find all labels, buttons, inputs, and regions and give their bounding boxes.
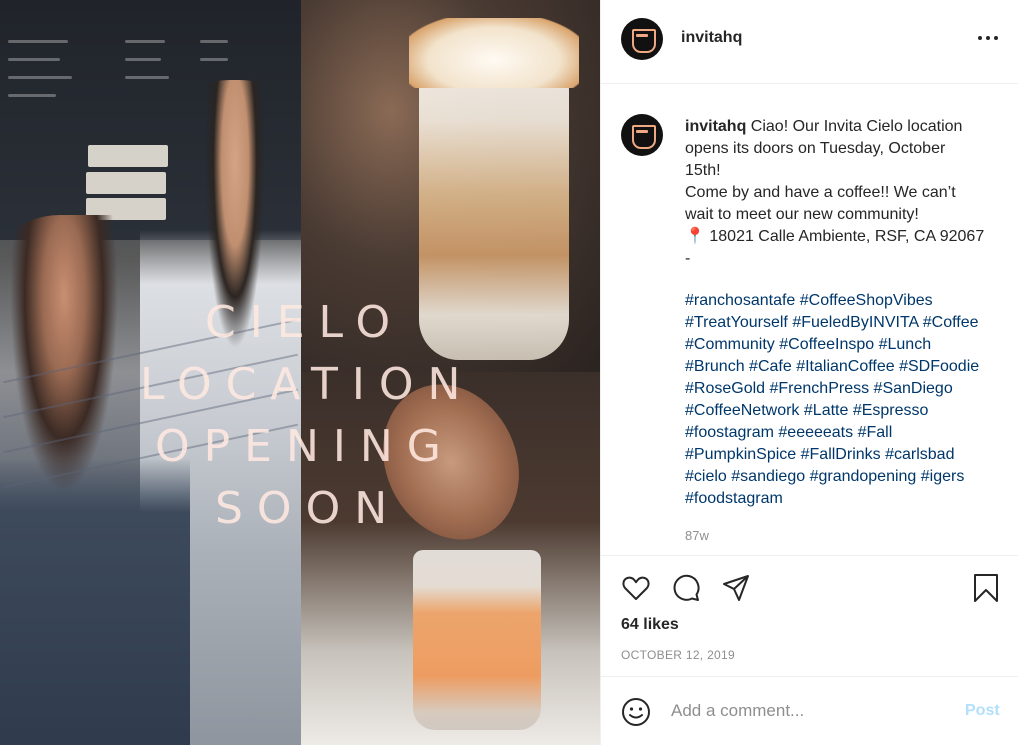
hashtag-link[interactable]: #foostagram <box>685 424 774 441</box>
hashtag-link[interactable]: #eeeeeats <box>778 424 853 441</box>
share-icon[interactable] <box>721 573 751 603</box>
couple-photo <box>0 0 301 745</box>
hashtag-link[interactable]: #SanDiego <box>874 380 953 397</box>
hashtag-link[interactable]: #FrenchPress <box>770 380 870 397</box>
hashtag-link[interactable]: #Brunch <box>685 358 745 375</box>
hashtag-link[interactable]: #igers <box>921 468 965 485</box>
hashtag-link[interactable]: #carlsbad <box>885 446 954 463</box>
hashtag-link[interactable]: #CoffeeShopVibes <box>800 292 933 309</box>
caption-body: Ciao! Our Invita Cielo location opens it… <box>685 118 985 267</box>
hashtag-link[interactable]: #grandopening <box>810 468 917 485</box>
emoji-icon[interactable] <box>621 697 651 727</box>
hashtag-link[interactable]: #Cafe <box>749 358 792 375</box>
more-options-icon[interactable] <box>973 28 1003 48</box>
hashtag-link[interactable]: #CoffeeNetwork <box>685 402 799 419</box>
bookmark-icon[interactable] <box>971 573 1001 603</box>
orange-drink-glass <box>413 550 541 730</box>
post-comment-button[interactable]: Post <box>965 702 1000 720</box>
comment-bar: Post <box>601 676 1018 745</box>
post-date: OCTOBER 12, 2019 <box>621 648 735 662</box>
avatar[interactable] <box>621 114 663 156</box>
comment-input[interactable] <box>671 695 951 727</box>
hashtag-link[interactable]: #FallDrinks <box>801 446 881 463</box>
hashtag-link[interactable]: #Lunch <box>879 336 932 353</box>
caption-text: invitahq Ciao! Our Invita Cielo location… <box>685 116 985 270</box>
username-link[interactable]: invitahq <box>681 29 742 47</box>
hashtag-link[interactable]: #Community <box>685 336 775 353</box>
hashtag-link[interactable]: #foodstagram <box>685 490 783 507</box>
iced-latte-photo <box>301 0 600 372</box>
hashtag-link[interactable]: #CoffeeInspo <box>779 336 874 353</box>
hashtag-link[interactable]: #Coffee <box>923 314 979 331</box>
caption-section: invitahq Ciao! Our Invita Cielo location… <box>601 84 1018 556</box>
hashtag-link[interactable]: #SDFoodie <box>899 358 979 375</box>
heart-icon[interactable] <box>621 573 651 603</box>
post-image[interactable]: CIELO LOCATION OPENING SOON <box>0 0 600 745</box>
time-ago[interactable]: 87w <box>685 528 709 543</box>
hashtag-link[interactable]: #Espresso <box>853 402 929 419</box>
hashtag-link[interactable]: #RoseGold <box>685 380 765 397</box>
hashtag-link[interactable]: #Fall <box>858 424 893 441</box>
hashtag-link[interactable]: #Latte <box>804 402 848 419</box>
comment-icon[interactable] <box>671 573 701 603</box>
post-header: invitahq <box>601 0 1018 84</box>
post-sidebar: invitahq invitahq Ciao! Our Invita Cielo… <box>600 0 1018 745</box>
whipped-cream <box>409 18 579 88</box>
hashtag-list: #ranchosantafe #CoffeeShopVibes #TreatYo… <box>685 290 995 510</box>
hashtag-link[interactable]: #cielo <box>685 468 727 485</box>
hashtag-link[interactable]: #TreatYourself <box>685 314 788 331</box>
hashtag-link[interactable]: #ranchosantafe <box>685 292 795 309</box>
latte-glass <box>419 60 569 360</box>
avatar[interactable] <box>621 18 663 60</box>
hashtag-link[interactable]: #PumpkinSpice <box>685 446 796 463</box>
caption-username[interactable]: invitahq <box>685 118 746 135</box>
strainer <box>358 372 544 562</box>
hashtag-link[interactable]: #ItalianCoffee <box>796 358 894 375</box>
hashtag-link[interactable]: #sandiego <box>731 468 805 485</box>
likes-count[interactable]: 64 likes <box>621 616 679 634</box>
action-bar <box>601 557 1018 617</box>
hashtag-link[interactable]: #FueledByINVITA <box>792 314 918 331</box>
pour-drink-photo <box>301 372 600 745</box>
